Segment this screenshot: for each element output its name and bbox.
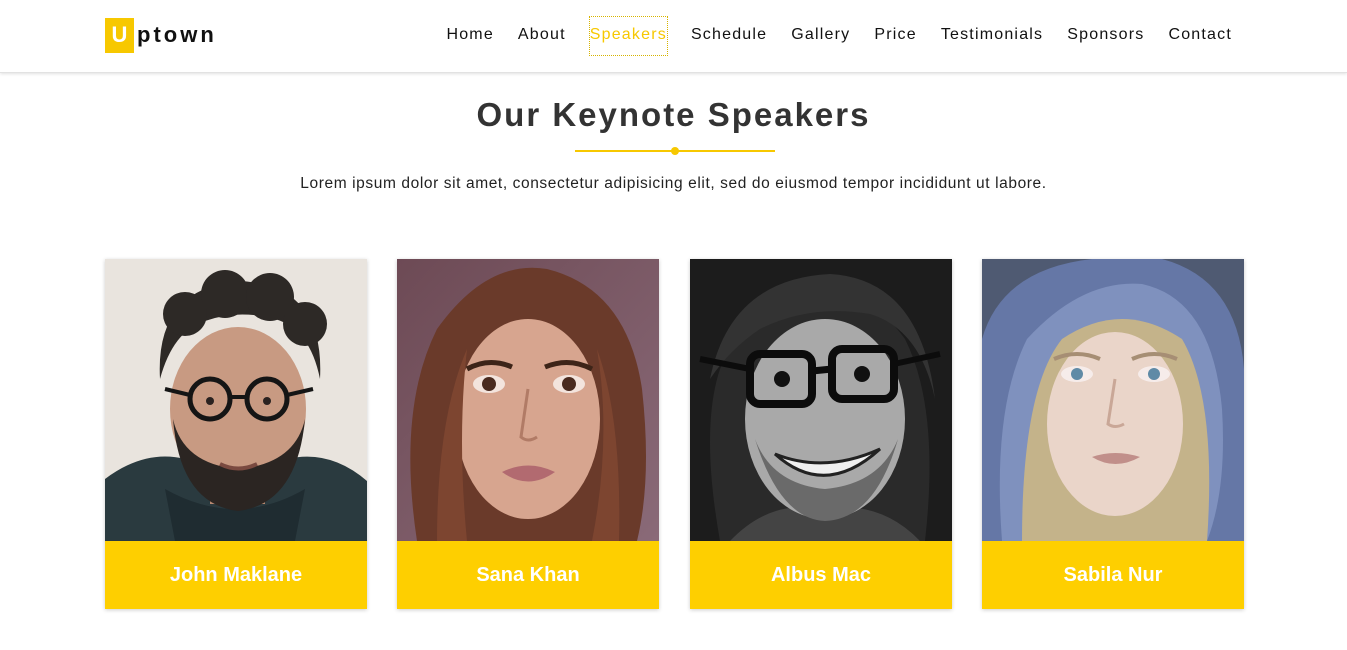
speaker-cards: John Maklane Sana Khan Albus Mac Sabila … — [105, 259, 1245, 609]
logo-text: ptown — [137, 22, 217, 47]
section-description: Lorem ipsum dolor sit amet, consectetur … — [300, 175, 1047, 192]
title-divider-dot — [671, 147, 679, 155]
speaker-name: Sana Khan — [397, 541, 659, 609]
speaker-card[interactable]: John Maklane — [105, 259, 367, 609]
main-nav: Home About Speakers Schedule Gallery Pri… — [423, 16, 1233, 56]
nav-price[interactable]: Price — [873, 16, 917, 56]
nav-sponsors[interactable]: Sponsors — [1066, 16, 1145, 56]
nav-gallery[interactable]: Gallery — [790, 16, 851, 56]
site-header: U ptown Home About Speakers Schedule Gal… — [0, 0, 1347, 73]
speaker-name: John Maklane — [105, 541, 367, 609]
nav-home[interactable]: Home — [445, 16, 494, 56]
nav-contact[interactable]: Contact — [1167, 16, 1233, 56]
speaker-name: Albus Mac — [690, 541, 952, 609]
speaker-name: Sabila Nur — [982, 541, 1244, 609]
speaker-photo — [690, 259, 952, 541]
logo[interactable]: U ptown — [105, 17, 217, 53]
speaker-photo — [397, 259, 659, 541]
speaker-card[interactable]: Sabila Nur — [982, 259, 1244, 609]
nav-schedule[interactable]: Schedule — [690, 16, 768, 56]
section-title: Our Keynote Speakers — [476, 96, 871, 133]
nav-testimonials[interactable]: Testimonials — [940, 16, 1044, 56]
logo-mark: U — [105, 17, 134, 53]
nav-speakers[interactable]: Speakers — [588, 16, 668, 56]
nav-about[interactable]: About — [517, 16, 567, 56]
speaker-card[interactable]: Albus Mac — [690, 259, 952, 609]
speaker-photo — [982, 259, 1244, 541]
speaker-photo — [105, 259, 367, 541]
speaker-card[interactable]: Sana Khan — [397, 259, 659, 609]
